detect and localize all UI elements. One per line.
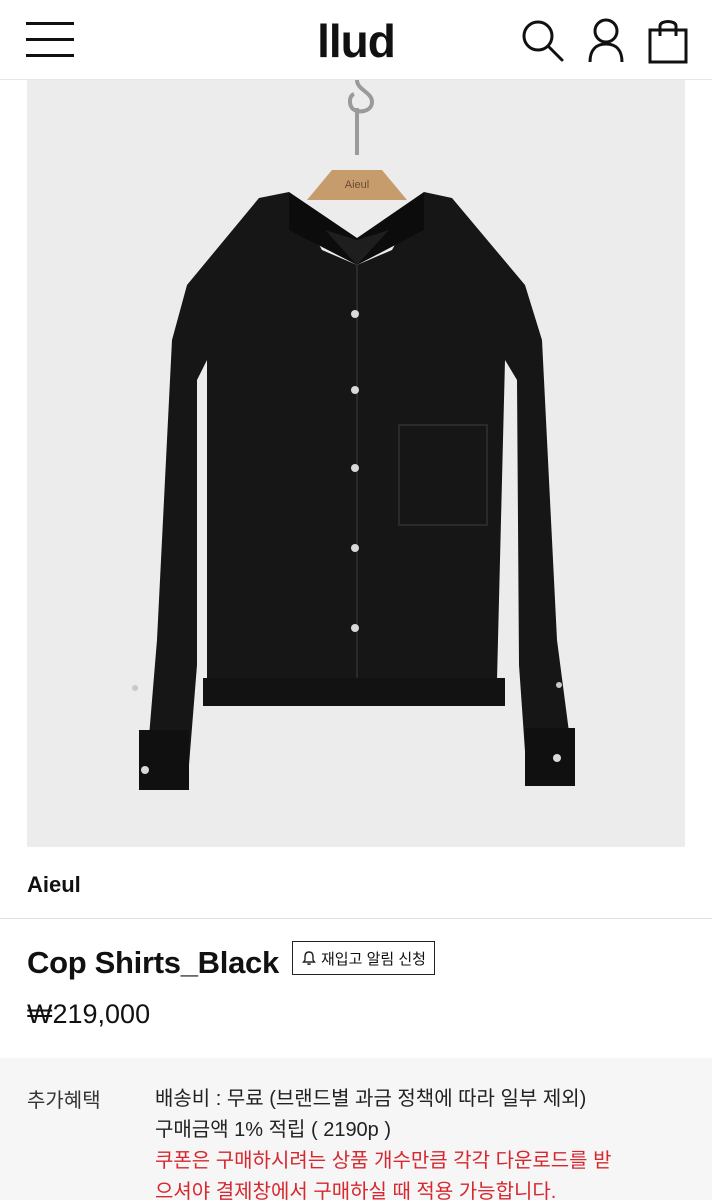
product-price: ₩219,000 — [27, 999, 151, 1029]
shipping-info: 배송비 : 무료 (브랜드별 과금 정책에 따라 일부 제외) — [155, 1088, 587, 1110]
benefits-section: 추가혜택 배송비 : 무료 (브랜드별 과금 정책에 따라 일부 제외) 구매금… — [0, 1058, 712, 1200]
bell-icon — [302, 951, 316, 965]
restock-alert-label: 재입고 알림 신청 — [321, 950, 426, 968]
search-icon[interactable] — [518, 16, 566, 64]
points-info: 구매금액 1% 적립 ( 2190p ) — [155, 1119, 392, 1141]
benefits-details: 배송비 : 무료 (브랜드별 과금 정책에 따라 일부 제외) 구매금액 1% … — [155, 1084, 612, 1200]
brand-name[interactable]: Aieul — [27, 872, 81, 898]
user-icon[interactable] — [582, 16, 630, 64]
coupon-notice-line1: 쿠폰은 구매하시려는 상품 개수만큼 각각 다운로드를 받 — [155, 1150, 612, 1172]
benefits-label: 추가혜택 — [27, 1090, 101, 1112]
divider — [0, 918, 712, 919]
product-image[interactable]: Aieul — [27, 80, 685, 847]
coupon-notice-line2: 으셔야 결제창에서 구매하실 때 적용 가능합니다. — [155, 1181, 557, 1200]
product-title: Cop Shirts_Black — [27, 945, 279, 980]
shopping-bag-icon[interactable] — [644, 16, 692, 64]
restock-alert-button[interactable]: 재입고 알림 신청 — [292, 941, 435, 975]
top-header: llud — [0, 0, 712, 80]
hanger-brand-text: Aieul — [345, 179, 369, 191]
